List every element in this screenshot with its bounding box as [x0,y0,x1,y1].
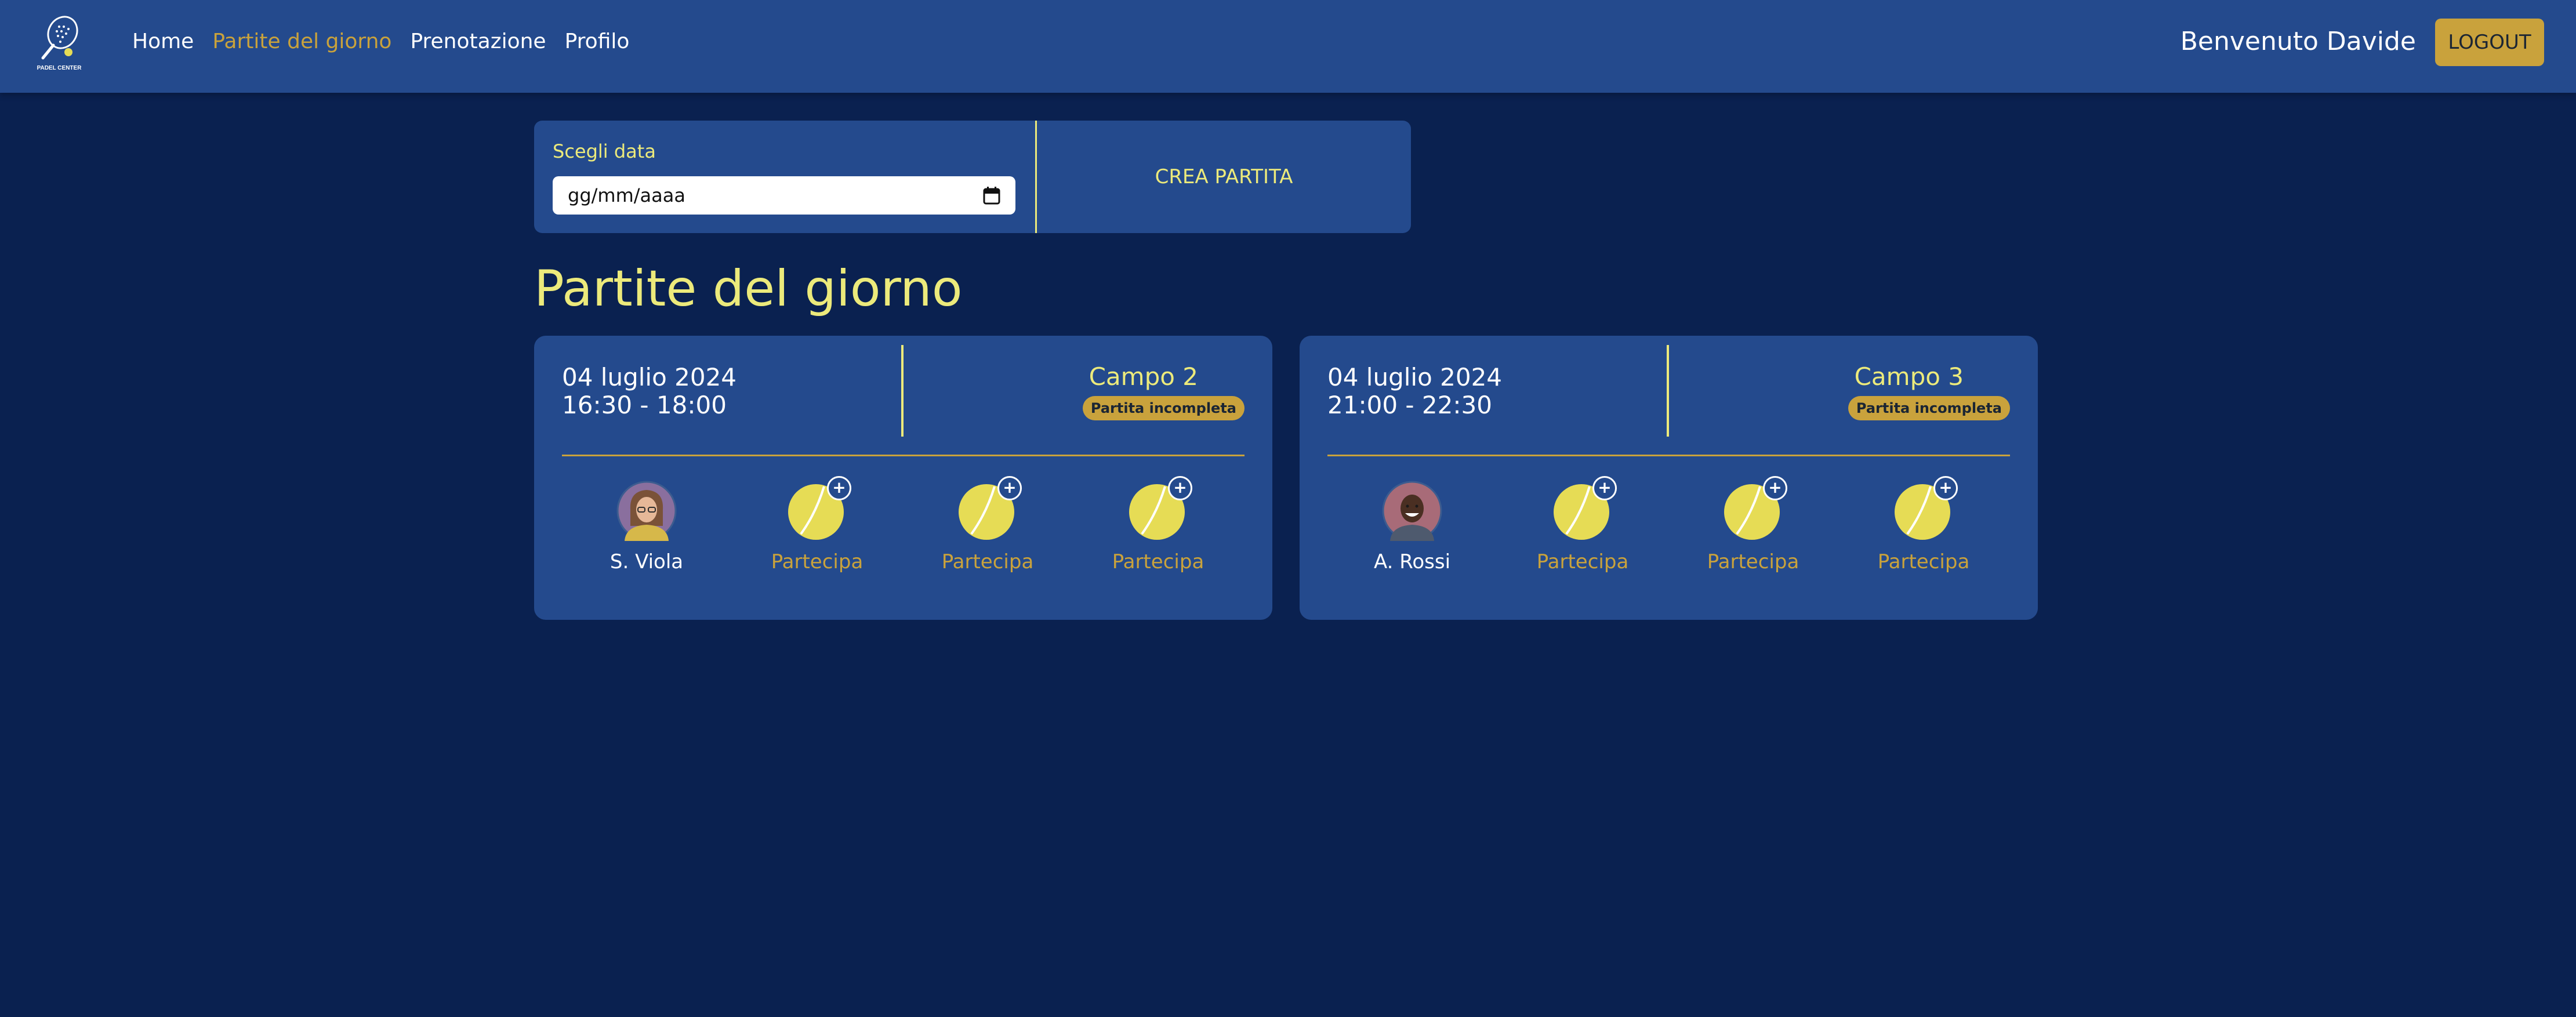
match-status-badge: Partita incompleta [1082,396,1245,420]
card-divider [1667,345,1669,437]
plus-icon: + [997,476,1022,500]
avatar [616,481,677,541]
player-slot[interactable]: A. Rossi [1348,481,1476,579]
match-field: Campo 3 [1854,362,1964,391]
join-label[interactable]: Partecipa [771,550,863,573]
match-card: 04 luglio 2024 21:00 - 22:30 Campo 3 Par… [1300,336,2038,620]
plus-icon: + [1763,476,1787,500]
page-title: Partite del giorno [534,260,963,318]
match-field: Campo 2 [1089,362,1198,391]
join-slot-button[interactable]: + [785,476,851,541]
join-label[interactable]: Partecipa [942,550,1034,573]
join-label[interactable]: Partecipa [1707,550,1799,573]
create-match-button[interactable]: CREA PARTITA [1037,121,1411,233]
player-name: S. Viola [609,550,684,573]
padel-center-logo[interactable]: PADEL CENTER [28,12,90,73]
date-input[interactable]: gg/mm/aaaa [553,176,1015,215]
navbar: PADEL CENTER Home Partite del giorno Pre… [0,0,2576,93]
plus-icon: + [1168,476,1192,500]
join-slot-button[interactable]: + [956,476,1022,541]
welcome-message: Benvenuto Davide [2180,26,2416,56]
svg-text:PADEL CENTER: PADEL CENTER [37,65,82,71]
match-date: 04 luglio 2024 [1327,363,1503,391]
nav-link-profilo[interactable]: Profilo [565,30,630,53]
match-status-badge: Partita incompleta [1848,396,2010,420]
date-placeholder: gg/mm/aaaa [568,184,685,206]
padel-racket-logo-icon: PADEL CENTER [37,16,82,71]
card-separator [562,455,1245,456]
nav-link-prenotazione[interactable]: Prenotazione [410,30,546,53]
player-slot[interactable]: S. Viola [583,481,710,579]
plus-icon: + [1592,476,1617,500]
date-label: Scegli data [553,140,656,162]
join-slot-button[interactable]: + [1721,476,1787,541]
main-nav: Home Partite del giorno Prenotazione Pro… [132,0,629,82]
match-time: 16:30 - 18:00 [562,391,727,419]
nav-link-home[interactable]: Home [132,30,194,53]
open-slot[interactable]: + Partecipa [1689,476,1817,579]
card-separator [1327,455,2010,456]
match-filter-panel: Scegli data gg/mm/aaaa CREA PARTITA [534,121,1411,233]
open-slot[interactable]: + Partecipa [1094,476,1222,579]
open-slot[interactable]: + Partecipa [1860,476,1987,579]
open-slot[interactable]: + Partecipa [924,476,1051,579]
plus-icon: + [1933,476,1958,500]
plus-icon: + [827,476,851,500]
join-slot-button[interactable]: + [1126,476,1192,541]
calendar-icon[interactable] [983,186,1000,205]
match-time: 21:00 - 22:30 [1327,391,1492,419]
match-date: 04 luglio 2024 [562,363,737,391]
open-slot[interactable]: + Partecipa [753,476,881,579]
nav-link-partite-del-giorno[interactable]: Partite del giorno [212,30,391,53]
player-name: A. Rossi [1373,550,1451,573]
join-label[interactable]: Partecipa [1112,550,1204,573]
logout-button[interactable]: LOGOUT [2435,19,2544,66]
join-label[interactable]: Partecipa [1537,550,1629,573]
card-divider [901,345,904,437]
join-label[interactable]: Partecipa [1878,550,1970,573]
join-slot-button[interactable]: + [1892,476,1958,541]
match-card: 04 luglio 2024 16:30 - 18:00 Campo 2 Par… [534,336,1272,620]
join-slot-button[interactable]: + [1551,476,1617,541]
avatar [1382,481,1442,541]
open-slot[interactable]: + Partecipa [1519,476,1646,579]
